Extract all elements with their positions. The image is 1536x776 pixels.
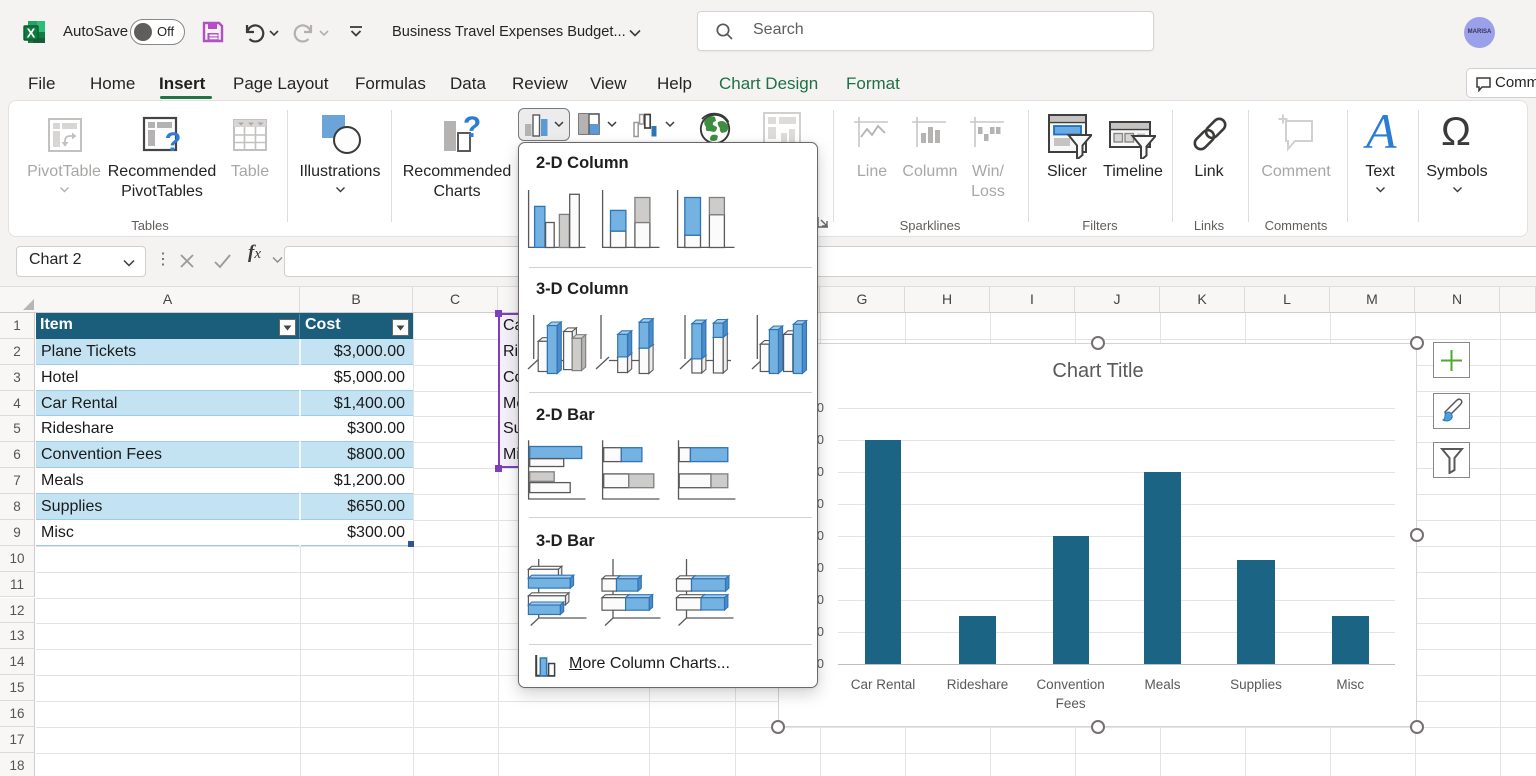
svg-text:?: ? (165, 127, 182, 155)
svg-text:X: X (27, 26, 36, 41)
svg-text:?: ? (463, 113, 481, 144)
